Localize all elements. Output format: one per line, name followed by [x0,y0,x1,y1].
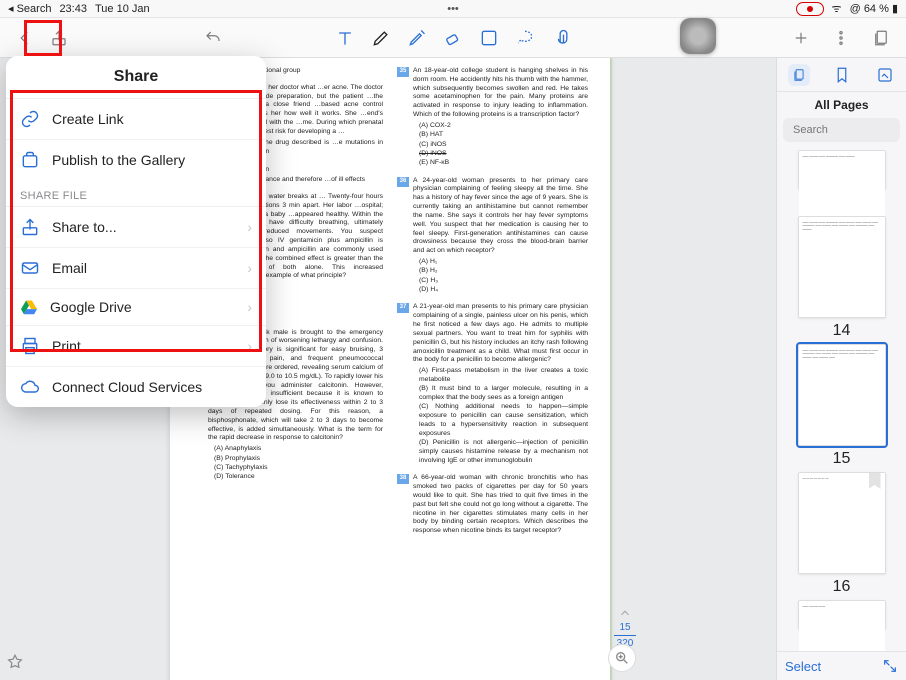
section-header: SHARE FILE [6,180,266,206]
bookmarks-tab[interactable] [831,64,853,86]
row-label: Create Link [52,111,124,127]
drawing-tools [332,25,574,51]
lasso-tool-icon[interactable] [512,25,538,51]
page-thumbnail[interactable]: ▬▬ ▬▬▬ ▬▬ ▬▬▬▬ ▬▬ ▬▬▬ ▬▬ ▬▬▬ ▬▬ ▬▬▬▬ ▬▬ … [798,344,886,446]
thumbnail-page-number: 14 [833,322,851,340]
chevron-right-icon: › [247,260,252,276]
row-label: Share to... [52,219,117,235]
wifi-icon: ᯤ [832,1,842,16]
favorite-button[interactable] [6,653,24,676]
popover-title: Share [6,56,266,98]
row-label: Connect Cloud Services [52,379,202,395]
eraser-tool-icon[interactable] [440,25,466,51]
google-drive-icon [20,299,38,315]
chevron-up-icon[interactable] [618,606,632,620]
page-thumbnail[interactable]: ▬▬ ▬▬▬ ▬▬ ▬▬▬▬ ▬▬ ▬▬▬ ▬▬ ▬▬▬ ▬▬ ▬▬▬▬ ▬▬ … [798,216,886,318]
search-input[interactable] [793,124,906,136]
publish-gallery-row[interactable]: Publish to the Gallery [6,139,266,180]
zoom-button[interactable] [608,644,636,672]
email-row[interactable]: Email › [6,247,266,288]
back-to-app[interactable]: ◂ Search [8,2,51,15]
select-pages-button[interactable]: Select [785,659,821,674]
chevron-right-icon: › [247,299,252,315]
text-tool-icon[interactable] [332,25,358,51]
google-drive-row[interactable]: Google Drive › [6,288,266,325]
question-number: 35 [397,67,409,77]
add-button[interactable] [786,23,816,53]
sidebar-title: All Pages [777,92,906,118]
pages-panel-button[interactable] [866,23,896,53]
row-label: Publish to the Gallery [52,152,185,168]
share-icon [20,217,40,237]
question-number: 38 [397,474,409,484]
annotations-tab[interactable] [874,64,896,86]
expand-icon[interactable] [882,658,898,674]
share-to-row[interactable]: Share to... › [6,207,266,247]
page-thumbnail[interactable]: ▬▬ ▬▬▬ ▬▬ [798,600,886,630]
drag-indicator: ••• [447,3,459,15]
email-icon [20,258,40,278]
highlighter-tool-icon[interactable] [404,25,430,51]
back-button[interactable] [10,23,40,53]
chevron-right-icon: › [247,219,252,235]
question-number: 36 [397,177,409,187]
page-thumbnail[interactable]: ▬▬ ▬▬▬ ▬▬ ▬▬▬▬ ▬▬ ▬▬▬ [798,150,886,190]
thumbnail-page-number: 16 [833,578,851,596]
undo-button[interactable] [198,23,228,53]
top-toolbar [0,18,906,58]
share-popover: Share Create Link Publish to the Gallery… [6,56,266,407]
cloud-icon [20,377,40,397]
status-bar: ◂ Search 23:43 Tue 10 Jan ••• ᯤ @ 64 % ▮ [0,0,906,18]
assistive-touch-icon[interactable] [680,18,716,54]
create-link-row[interactable]: Create Link [6,99,266,139]
thumbnails-tab[interactable] [788,64,810,86]
thumbnail-page-number: 15 [833,450,851,468]
share-button[interactable] [44,23,74,53]
chevron-right-icon: › [247,338,252,354]
gallery-icon [20,150,40,170]
page-right-column: 35 An 18-year-old college student is han… [397,67,588,536]
row-label: Google Drive [50,299,132,315]
battery-label: @ 64 % ▮ [850,2,898,15]
attach-tool-icon[interactable] [548,25,574,51]
cloud-services-row[interactable]: Connect Cloud Services [6,366,266,407]
link-icon [20,109,40,129]
clock: 23:43 [59,3,87,15]
screen-record-indicator[interactable] [796,2,824,16]
page-thumbnail[interactable]: ▬ ▬ ▬ ▬ ▬ ▬ ▬ [798,472,886,574]
shapes-tool-icon[interactable] [476,25,502,51]
sidebar-search[interactable] [783,118,900,142]
print-icon [20,336,40,356]
print-row[interactable]: Print › [6,325,266,366]
row-label: Email [52,260,87,276]
row-label: Print [52,338,81,354]
more-button[interactable] [826,23,856,53]
pages-sidebar: All Pages ▬▬ ▬▬▬ ▬▬ ▬▬▬▬ ▬▬ ▬▬▬ 13 ▬▬ ▬▬… [776,58,906,680]
date: Tue 10 Jan [95,3,150,15]
question-number: 37 [397,303,409,313]
pen-tool-icon[interactable] [368,25,394,51]
